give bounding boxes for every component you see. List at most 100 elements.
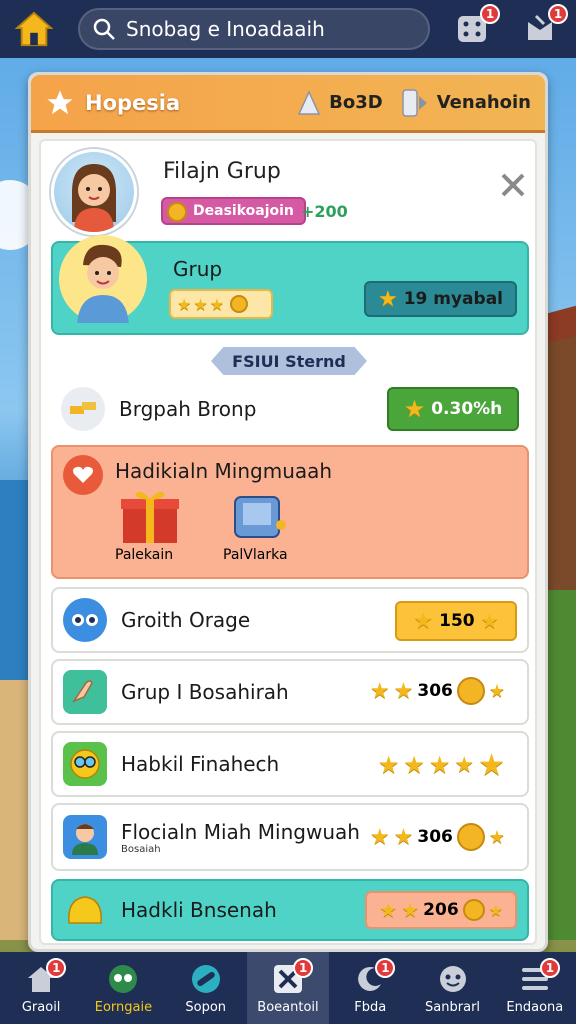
group-reward-button[interactable]: ★ 19 myabal <box>363 281 517 317</box>
profile-score-delta: +200 <box>301 202 348 221</box>
group-icon <box>109 964 138 993</box>
background-sea <box>0 480 30 680</box>
top-bar: Snobag e Inoadaaih 1 1 <box>0 0 576 58</box>
star-icon: ★ <box>393 824 414 850</box>
profile-title-badge: Deasikoajoin <box>161 197 306 225</box>
shield-icon <box>297 89 321 115</box>
star-icon: ★ <box>209 294 225 314</box>
face-icon <box>439 965 466 992</box>
boy-avatar-icon <box>59 235 147 323</box>
list-item[interactable]: Hadkli Bnsenah ★ ★ 206 ★ <box>51 879 529 941</box>
nav-label: Fbda <box>354 999 387 1015</box>
claim-button[interactable]: ★ 0.30%h <box>387 387 519 431</box>
emoji-icon <box>63 742 107 786</box>
nav-item-group[interactable]: Eorngaie <box>82 952 164 1024</box>
shell-icon <box>63 888 107 932</box>
list-item[interactable]: Flocialn Miah Mingwuah Bosaiah ★ ★ 306 ★ <box>51 803 529 871</box>
star-icon: ★ <box>478 747 505 783</box>
inbox-button[interactable]: 1 <box>522 4 568 46</box>
reward-text: 306 <box>417 681 453 701</box>
star-icon: ★ <box>488 826 505 848</box>
dice-button[interactable]: 1 <box>454 4 500 46</box>
claim-button-text: 150 <box>439 611 475 631</box>
home-icon <box>15 11 53 47</box>
event-item-label: PalVlarka <box>223 547 288 563</box>
star-icon: ★ <box>369 824 390 850</box>
star-icon: ★ <box>193 294 208 314</box>
header-stat-label[interactable]: Bo3D <box>329 92 383 113</box>
nav-item-support[interactable]: Sopon <box>165 952 247 1024</box>
reward-display: ★ ★ 306 ★ <box>358 819 517 855</box>
star-icon: ★ <box>401 898 420 922</box>
nav-label: Sopon <box>185 999 227 1015</box>
star-icon <box>47 90 73 114</box>
event-title: Hadikialn Mingmuaah <box>115 459 333 483</box>
reward-display[interactable]: ★ ★ 206 ★ <box>365 891 517 929</box>
star-icon: ★ <box>403 395 426 423</box>
dice-badge: 1 <box>480 4 500 24</box>
nav-label: Graoil <box>21 999 61 1015</box>
home-button[interactable] <box>12 7 56 51</box>
star-icon: ★ <box>377 751 400 779</box>
star-rating: ★ ★ ★ ★ ★ <box>366 747 517 783</box>
background-grass <box>546 590 576 940</box>
coin-icon <box>462 899 485 921</box>
close-button[interactable] <box>495 167 531 203</box>
face-icon <box>63 598 107 642</box>
star-icon: ★ <box>369 678 390 704</box>
claim-button-text: 0.30%h <box>431 399 503 419</box>
profile-section: Filajn Grup Deasikoajoin +200 <box>51 149 531 239</box>
coin-icon <box>456 677 485 705</box>
coin-icon <box>167 202 187 222</box>
nav-item-home[interactable]: Graoil 1 <box>0 952 82 1024</box>
row-label: Groith Orage <box>121 608 251 632</box>
nav-label: Sanbrarl <box>425 999 481 1015</box>
star-icon: ★ <box>379 898 398 922</box>
star-icon: ★ <box>428 751 451 779</box>
panel-header: Hopesia Bo3D Venahoin <box>31 75 545 133</box>
panel-content: Filajn Grup Deasikoajoin +200 Grup ★ ★ ★… <box>39 139 537 1001</box>
nav-item-tools[interactable]: Boeantoil 1 <box>246 952 330 1024</box>
reward-text: 306 <box>417 827 453 847</box>
coin-icon <box>230 295 249 313</box>
phone-icon <box>401 88 427 117</box>
boy-avatar <box>53 235 153 335</box>
nav-label: Endaona <box>506 999 564 1015</box>
row-label: Brgpah Bronp <box>119 397 257 421</box>
nav-item-moon[interactable]: Fbda 1 <box>329 952 411 1024</box>
claim-button[interactable]: ★ 150 ★ <box>395 601 517 641</box>
group-rating: ★ ★ ★ <box>169 289 273 319</box>
nav-item-menu[interactable]: Endaona 1 <box>494 952 576 1024</box>
list-item[interactable]: Groith Orage ★ 150 ★ <box>51 587 529 653</box>
search-icon <box>93 18 115 40</box>
toaster-icon <box>229 485 289 545</box>
nav-item-profile[interactable]: Sanbrarl <box>411 952 493 1024</box>
header-view-label[interactable]: Venahoin <box>437 92 531 113</box>
event-item-label: Palekain <box>115 547 174 563</box>
bottom-nav: Graoil 1 Eorngaie Sopon Boeantoil 1 Fbda… <box>0 952 576 1024</box>
avatar[interactable] <box>51 149 137 235</box>
list-item[interactable]: Habkil Finahech ★ ★ ★ ★ ★ <box>51 731 529 797</box>
star-icon: ★ <box>454 752 475 778</box>
list-item[interactable]: Grup I Bosahirah ★ ★ 306 ★ <box>51 659 529 725</box>
inbox-badge: 1 <box>548 4 568 24</box>
row-label: Habkil Finahech <box>121 752 280 776</box>
nav-badge: 1 <box>46 958 67 978</box>
nav-label: Boeantoil <box>257 999 319 1015</box>
group-card[interactable]: Grup ★ ★ ★ ★ 19 myabal <box>51 235 529 335</box>
nav-label: Eorngaie <box>94 999 153 1015</box>
event-card[interactable]: Hadikialn Mingmuaah Palekain PalVlarka <box>51 445 529 579</box>
group-reward-text: 19 myabal <box>403 289 503 309</box>
close-icon <box>501 173 525 197</box>
star-icon: ★ <box>177 294 192 314</box>
row-label: Hadkli Bnsenah <box>121 898 277 922</box>
star-icon: ★ <box>488 680 505 702</box>
list-item[interactable]: Brgpah Bronp ★ 0.30%h <box>51 383 529 435</box>
search-bar[interactable]: Snobag e Inoadaaih <box>78 8 430 50</box>
reward-display: ★ ★ 306 ★ <box>358 673 517 709</box>
panel-title: Hopesia <box>85 90 181 115</box>
background-sand <box>0 680 30 940</box>
row-label: Grup I Bosahirah <box>121 680 289 704</box>
reward-text: 206 <box>423 900 459 920</box>
girl-avatar-icon <box>72 164 116 232</box>
